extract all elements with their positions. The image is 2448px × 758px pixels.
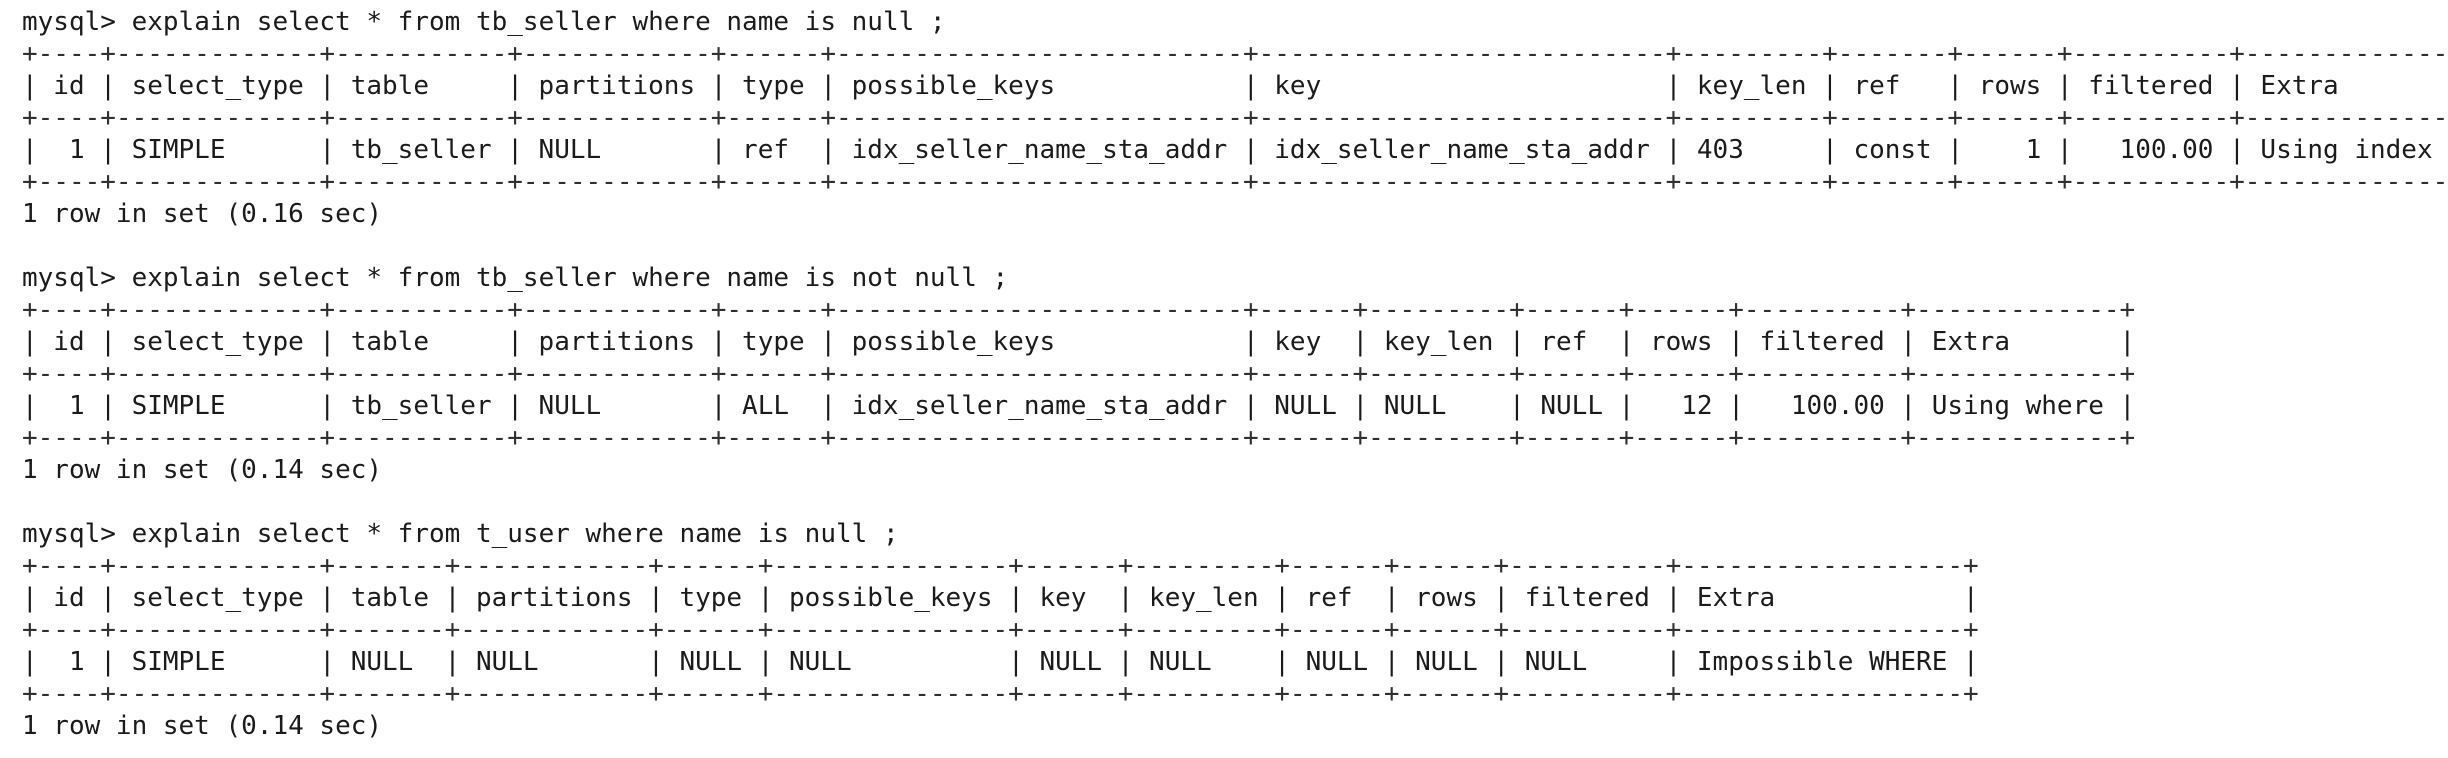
table-border: +----+-------------+-----------+--------… xyxy=(22,295,2136,325)
table-border: +----+-------------+-----------+--------… xyxy=(22,39,2448,69)
table-border: +----+-------------+-----------+--------… xyxy=(22,103,2448,133)
command-line: mysql> explain select * from t_user wher… xyxy=(22,518,2448,550)
sql-command: explain select * from tb_seller where na… xyxy=(131,263,1009,293)
result-summary: 1 row in set (0.16 sec) xyxy=(22,199,383,229)
table-border: +----+-------------+-----------+--------… xyxy=(22,423,2136,453)
command-line: mysql> explain select * from tb_seller w… xyxy=(22,6,2448,38)
result-summary: 1 row in set (0.14 sec) xyxy=(22,455,383,485)
terminal-output: mysql> explain select * from tb_seller w… xyxy=(0,0,2448,758)
table-row: | 1 | SIMPLE | tb_seller | NULL | ref | … xyxy=(22,135,2448,165)
table-header-row: | id | select_type | table | partitions … xyxy=(22,583,1979,613)
table-border: +----+-------------+-------+------------… xyxy=(22,551,1979,581)
mysql-prompt: mysql> xyxy=(22,7,116,37)
result-summary: 1 row in set (0.14 sec) xyxy=(22,711,383,741)
command-line: mysql> explain select * from tb_seller w… xyxy=(22,262,2448,294)
table-border: +----+-------------+-----------+--------… xyxy=(22,359,2136,389)
mysql-prompt: mysql> xyxy=(22,519,116,549)
table-header-row: | id | select_type | table | partitions … xyxy=(22,327,2136,357)
table-border: +----+-------------+-------+------------… xyxy=(22,615,1979,645)
table-border: +----+-------------+-------+------------… xyxy=(22,679,1979,709)
table-header-row: | id | select_type | table | partitions … xyxy=(22,71,2339,101)
table-row: | 1 | SIMPLE | NULL | NULL | NULL | NULL… xyxy=(22,647,1979,677)
mysql-prompt: mysql> xyxy=(22,263,116,293)
sql-command: explain select * from tb_seller where na… xyxy=(131,7,946,37)
sql-command: explain select * from t_user where name … xyxy=(131,519,899,549)
table-border: +----+-------------+-----------+--------… xyxy=(22,167,2448,197)
table-row: | 1 | SIMPLE | tb_seller | NULL | ALL | … xyxy=(22,391,2136,421)
